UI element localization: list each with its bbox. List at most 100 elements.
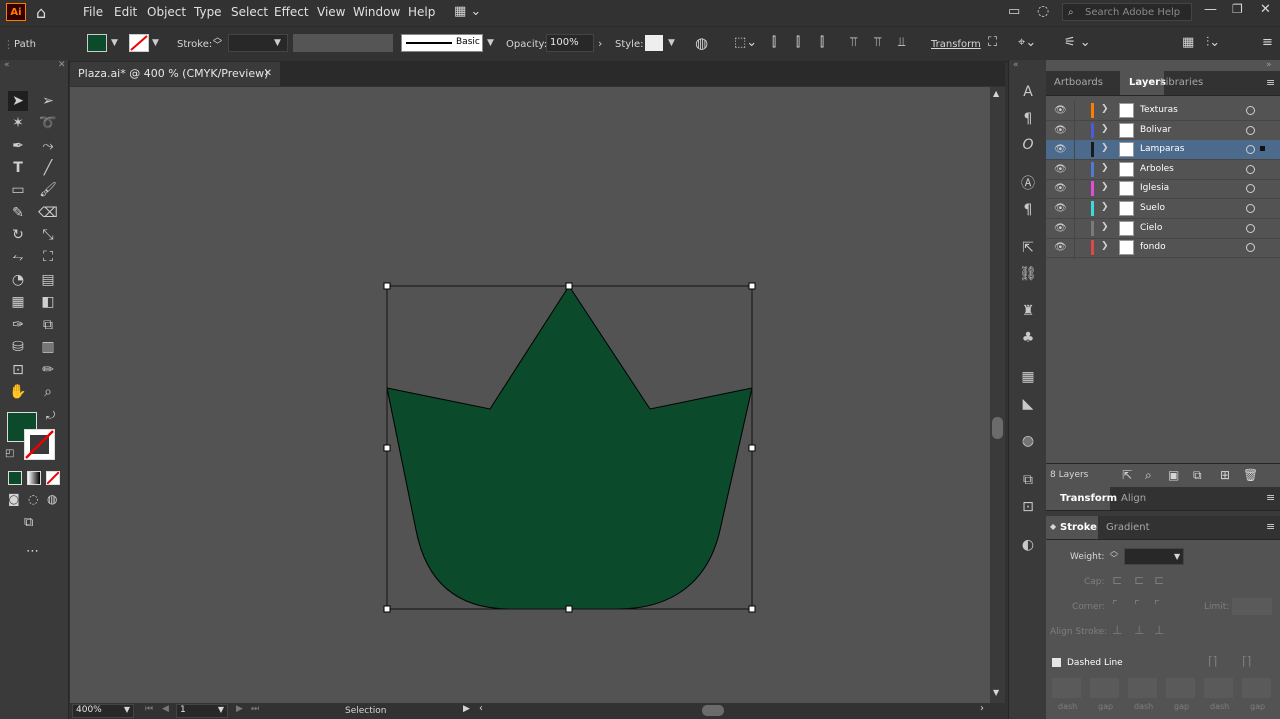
visibility-eye-icon[interactable]: 👁 [1054,242,1067,253]
artboard-canvas[interactable] [70,87,990,703]
menu-edit[interactable]: Edit [114,5,137,19]
zoom-level-input[interactable]: 400% ▼ [72,704,134,718]
width-tool-icon[interactable]: ⥊ [8,247,28,267]
layer-row[interactable]: 👁 ❯ fondo [1046,238,1280,259]
close-tab-icon[interactable]: ✕ [264,62,272,85]
vertical-scrollbar[interactable]: ▲ ▼ [990,87,1005,703]
stroke-panel-menu-icon[interactable]: ≡ [1266,520,1275,533]
tab-artboards[interactable]: Artboards [1054,77,1103,88]
graphic-style-swatch[interactable] [645,35,663,51]
stroke-swatch[interactable] [129,34,149,52]
layer-row[interactable]: 👁 ❯ Bolivar [1046,121,1280,141]
gap-field-3[interactable] [1242,678,1271,698]
layer-name[interactable]: Lamparas [1140,144,1184,154]
brush-definition[interactable]: Basic [401,34,483,52]
paintbrush-tool-icon[interactable]: 🖌 [38,180,58,200]
swap-fill-stroke-icon[interactable]: ⤾ [46,409,55,423]
layer-name[interactable]: Iglesia [1140,183,1169,193]
align-vcenter-icon[interactable]: ⫪ [874,35,881,50]
rotate-tool-icon[interactable]: ↻ [8,225,28,245]
expand-arrow-icon[interactable]: ❯ [1101,143,1109,153]
layer-row[interactable]: 👁 ❯ Texturas [1046,101,1280,121]
menu-help[interactable]: Help [408,5,435,19]
visibility-eye-icon[interactable]: 👁 [1054,144,1067,155]
free-transform-tool-icon[interactable]: ⛶ [38,247,58,267]
draw-normal-icon[interactable]: ◙ [8,492,20,506]
curvature-tool-icon[interactable]: ⤳ [38,136,58,156]
layer-name[interactable]: fondo [1140,242,1166,252]
bbox-handle-mr[interactable] [748,444,756,452]
links-panel-icon[interactable]: ⛓ [1018,264,1038,284]
layer-row[interactable]: 👁 ❯ Arboles [1046,160,1280,180]
shape-builder-tool-icon[interactable]: ◔ [8,270,28,290]
paragraph-panel-icon[interactable]: ¶ [1018,109,1038,129]
style-dropdown-icon[interactable]: ▼ [668,38,675,48]
layer-row[interactable]: 👁 ❯ Cielo [1046,219,1280,239]
bbox-handle-br[interactable] [748,605,756,613]
layer-target-icon[interactable] [1246,106,1255,115]
cap-round-icon[interactable]: ⊏ [1134,573,1144,587]
locate-object-icon[interactable]: ⌕ [1145,468,1152,483]
stroke-dropdown-icon[interactable]: ▼ [152,38,159,48]
expand-arrow-icon[interactable]: ❯ [1101,202,1109,212]
align-bottom-icon[interactable]: ⫫ [898,35,905,50]
panel-options-icon[interactable]: ⫶⌄ [1206,35,1220,50]
visibility-eye-icon[interactable]: 👁 [1054,183,1067,194]
layer-target-icon[interactable] [1246,243,1255,253]
menu-object[interactable]: Object [147,5,186,19]
menu-view[interactable]: View [317,5,345,19]
magic-wand-tool-icon[interactable]: ✶ [8,113,28,133]
gradient-tool-icon[interactable]: ◧ [38,292,58,312]
visibility-eye-icon[interactable]: 👁 [1054,164,1067,175]
visibility-eye-icon[interactable]: 👁 [1054,223,1067,234]
bbox-handle-bc[interactable] [565,605,573,613]
layers-panel-menu-icon[interactable]: ≡ [1266,76,1275,89]
perspective-grid-tool-icon[interactable]: ▤ [38,270,58,290]
layer-target-icon[interactable] [1246,184,1255,194]
zoom-dropdown-icon[interactable]: ▼ [124,705,130,714]
draw-behind-icon[interactable]: ◌ [28,492,38,506]
scroll-up-icon[interactable]: ▲ [993,89,999,98]
weight-dropdown-icon[interactable]: ▼ [1174,552,1180,561]
expand-arrow-icon[interactable]: ❯ [1101,163,1109,173]
menu-select[interactable]: Select [231,5,268,19]
visibility-eye-icon[interactable]: 👁 [1054,125,1067,136]
corner-miter-icon[interactable]: ⌜ [1112,598,1118,612]
dashed-line-checkbox[interactable] [1052,658,1061,667]
visibility-eye-icon[interactable]: 👁 [1054,203,1067,214]
new-sublayer-icon[interactable]: ⧉ [1193,468,1202,483]
fill-dropdown-icon[interactable]: ▼ [111,38,118,48]
limit-input[interactable] [1232,598,1272,615]
bbox-handle-tl[interactable] [383,282,391,290]
selected-path-shape[interactable] [386,285,753,610]
bbox-handle-tr[interactable] [748,282,756,290]
home-icon[interactable]: ⌂ [36,3,46,22]
pathfinder-panel-icon[interactable]: ⧉ [1018,470,1038,490]
appearance-panel-icon[interactable]: ◐ [1018,535,1038,555]
artboards-panel-icon[interactable]: ⊡ [1018,497,1038,517]
export-panel-icon[interactable]: ⇱ [1018,238,1038,258]
type-tool-icon[interactable]: T [8,158,28,178]
layer-row[interactable]: 👁 ❯ Suelo [1046,199,1280,219]
arrange-icon[interactable]: ▦ [1182,35,1194,50]
menu-file[interactable]: File [83,5,103,19]
color-guide-icon[interactable]: ◍ [1018,431,1038,451]
opentype-panel-icon[interactable]: O [1018,135,1038,155]
artboard-tool-icon[interactable]: ⊡ [8,360,28,380]
menu-effect[interactable]: Effect [274,5,309,19]
puppet-warp-icon[interactable]: ⌖⌄ [1018,35,1036,50]
align-hcenter-icon[interactable]: ⫿ [796,35,800,50]
tools-close-icon[interactable]: ✕ [58,60,66,70]
dash-field-3[interactable] [1204,678,1233,698]
hscroll-left-icon[interactable]: ‹ [479,703,483,714]
cap-butt-icon[interactable]: ⊏ [1112,573,1122,587]
align-left-icon[interactable]: ⫿ [772,35,776,50]
character-styles-icon[interactable]: Ⓐ [1018,174,1038,194]
align-right-icon[interactable]: ⫿ [820,35,824,50]
expand-arrow-icon[interactable]: ❯ [1101,241,1109,251]
pen-tool-icon[interactable]: ✒ [8,136,28,156]
variable-width-profile[interactable] [293,34,393,52]
stroke-collapse-icon[interactable]: ◆ [1050,522,1056,531]
gradient-panel-icon[interactable]: ◣ [1018,394,1038,414]
swatches-panel-icon[interactable]: ▦ [1018,367,1038,387]
